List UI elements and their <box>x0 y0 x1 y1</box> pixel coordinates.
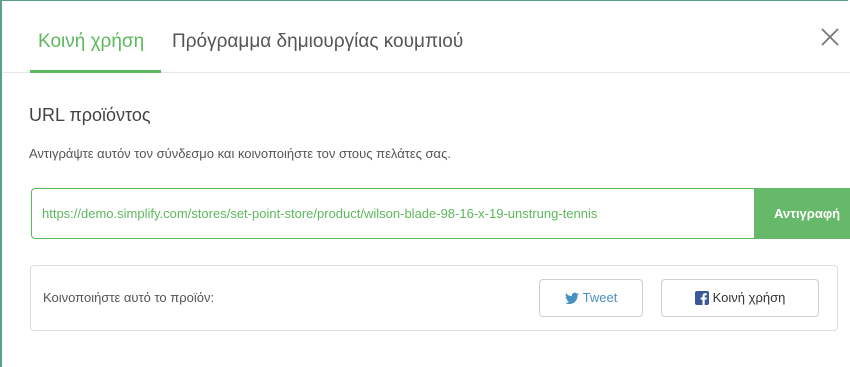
product-url-row: Αντιγραφή <box>31 188 850 239</box>
facebook-share-button[interactable]: Κοινή χρήση <box>661 279 819 317</box>
share-label: Κοινοποιήστε αυτό το προϊόν: <box>43 290 215 305</box>
facebook-icon <box>694 291 709 305</box>
product-url-input[interactable] <box>31 188 754 239</box>
tweet-button[interactable]: Tweet <box>539 279 643 317</box>
share-panel: Κοινοποιήστε αυτό το προϊόν: Tweet Κοινή… <box>30 265 838 331</box>
close-icon <box>821 28 839 46</box>
tab-button-builder[interactable]: Πρόγραμμα δημιουργίας κουμπιού <box>172 1 463 73</box>
product-url-description: Αντιγράψτε αυτόν τον σύνδεσμο και κοινοπ… <box>29 146 451 161</box>
tweet-label: Tweet <box>582 290 618 305</box>
close-button[interactable] <box>818 25 842 49</box>
product-url-title: URL προϊόντος <box>29 105 151 125</box>
copy-button[interactable]: Αντιγραφή <box>754 188 850 239</box>
dialog-header: Κοινή χρήση Πρόγραμμα δημιουργίας κουμπι… <box>2 1 850 73</box>
share-dialog: Κοινή χρήση Πρόγραμμα δημιουργίας κουμπι… <box>0 0 850 367</box>
active-tab-indicator <box>30 70 161 73</box>
tab-share[interactable]: Κοινή χρήση <box>38 1 144 73</box>
twitter-icon <box>564 292 579 305</box>
facebook-share-label: Κοινή χρήση <box>712 290 786 305</box>
